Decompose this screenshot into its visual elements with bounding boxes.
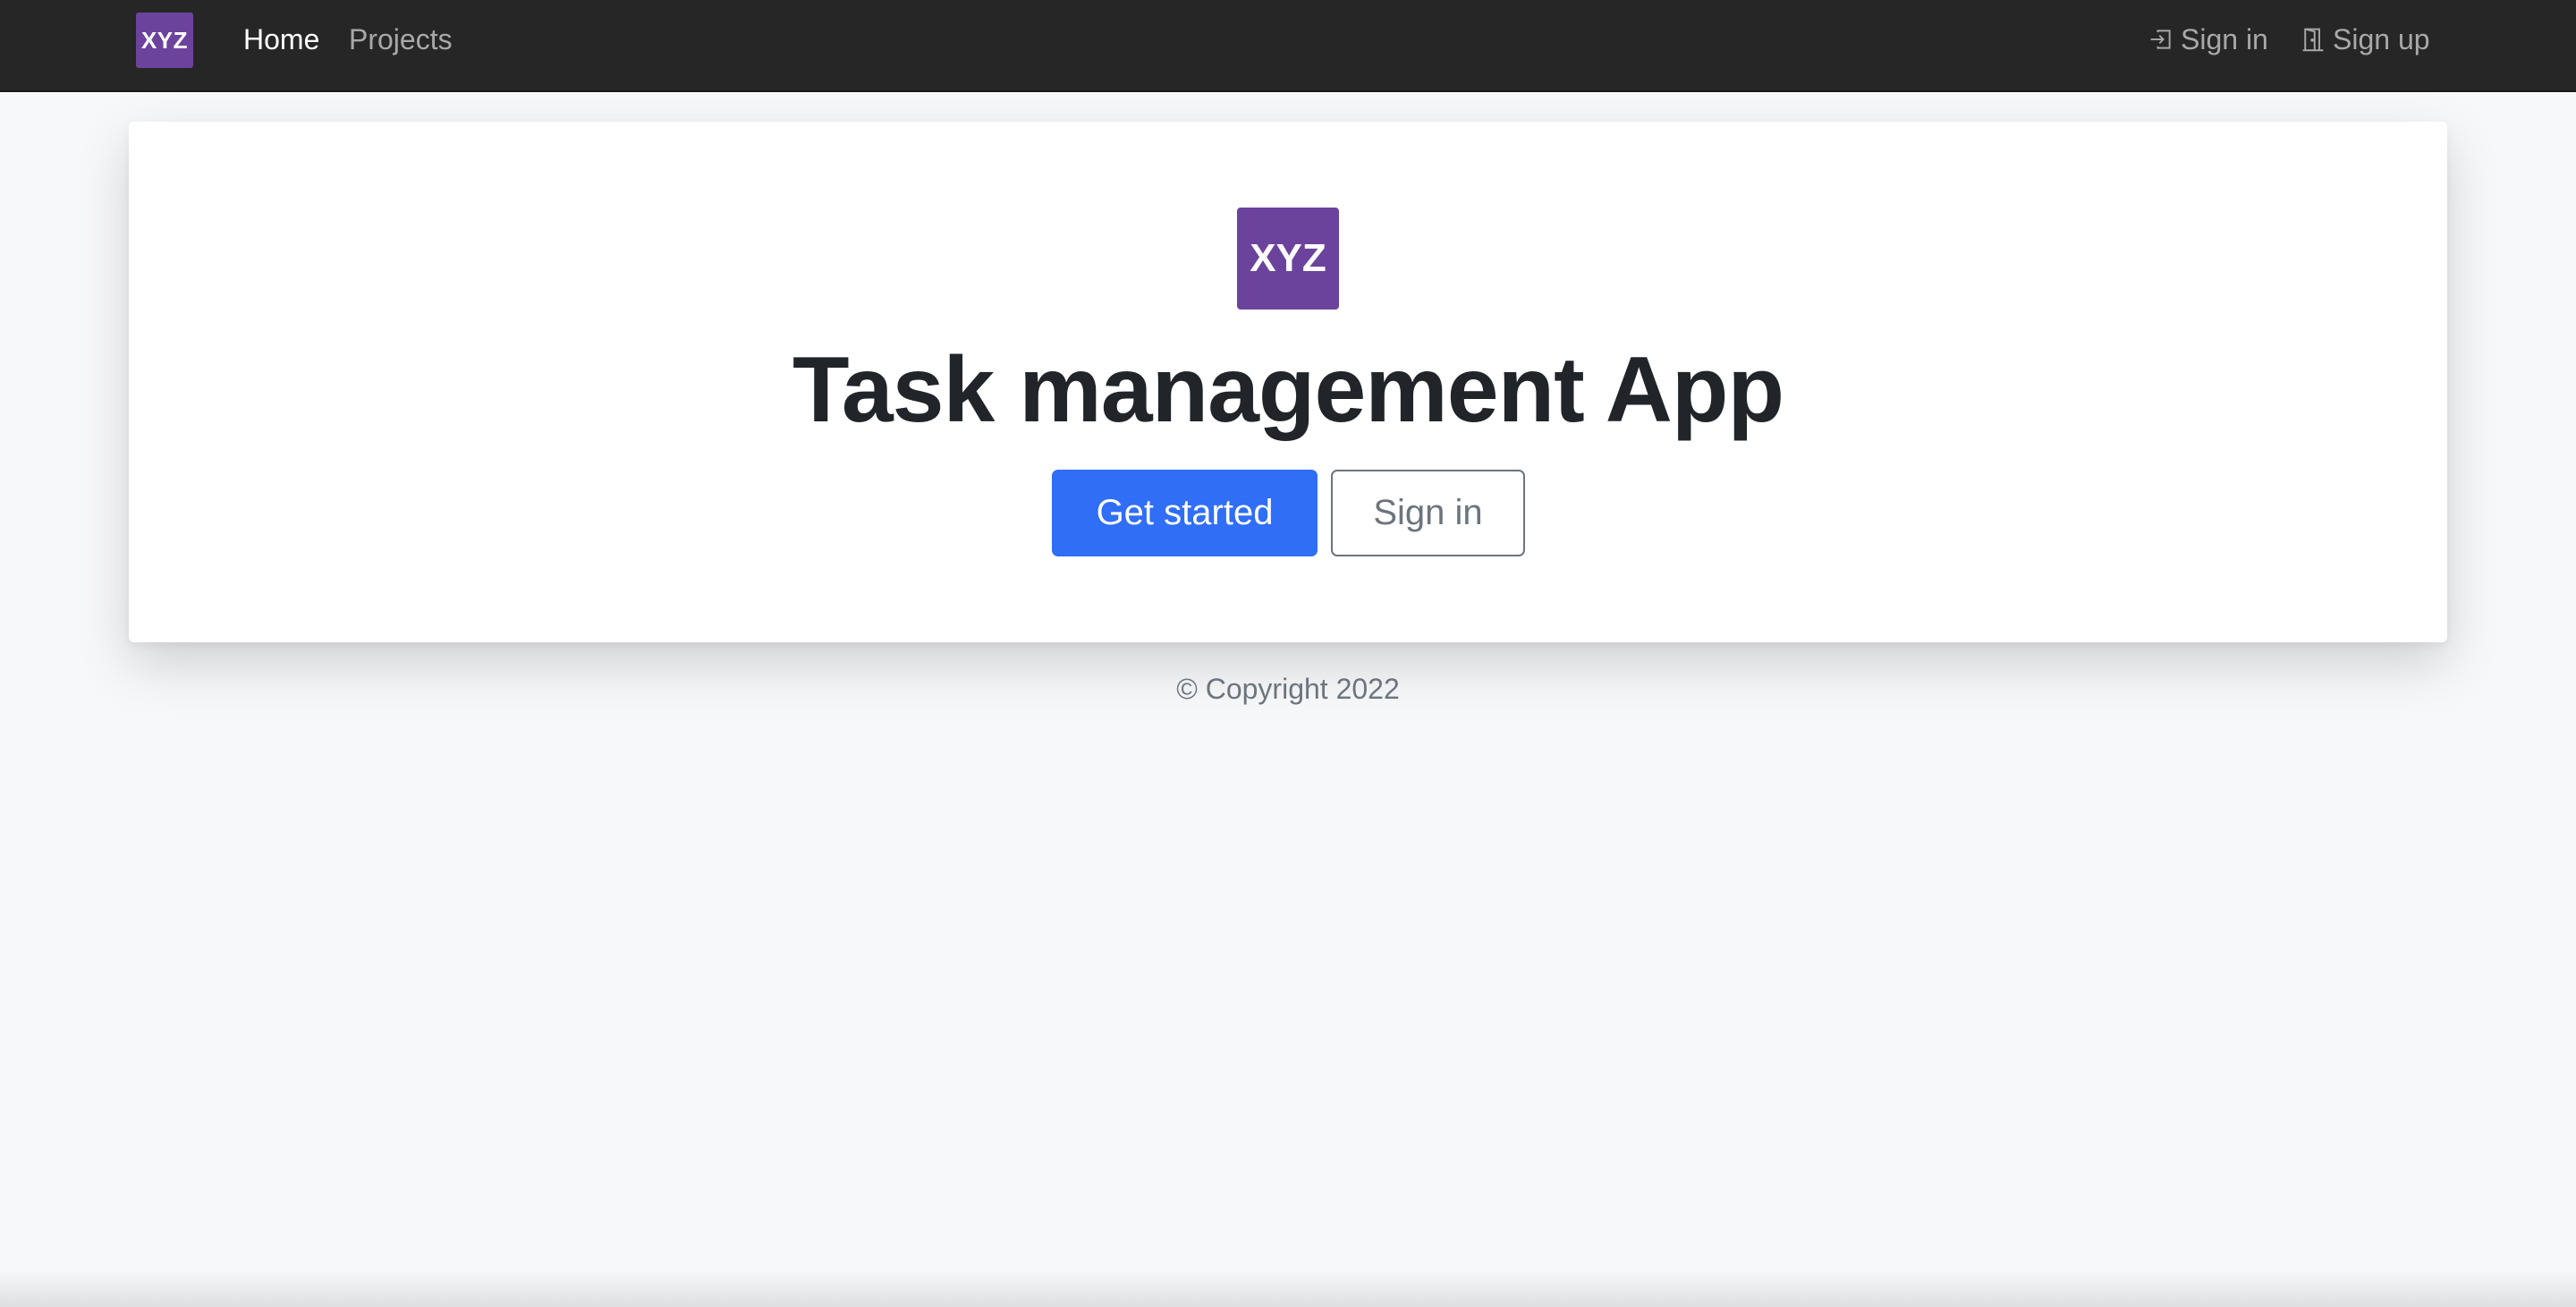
nav-link-home[interactable]: Home <box>243 21 319 57</box>
nav-link-projects[interactable]: Projects <box>349 21 453 57</box>
footer-copyright: © Copyright 2022 <box>1176 673 1400 705</box>
box-arrow-in-right-icon <box>2150 30 2171 49</box>
nav-signup-link[interactable]: Sign up <box>2301 21 2430 57</box>
nav-signin-label: Sign in <box>2181 22 2268 55</box>
sign-in-button[interactable]: Sign in <box>1331 470 1525 556</box>
hero-card: XYZ Task management App Get started Sign… <box>129 122 2447 642</box>
bottom-edge-shadow <box>0 1270 2576 1307</box>
nav-signup-label: Sign up <box>2333 22 2430 55</box>
top-navbar: XYZ Home Projects Sign in Sign up <box>0 0 2576 92</box>
nav-signin-link[interactable]: Sign in <box>2148 21 2268 57</box>
hero-logo: XYZ <box>1237 208 1339 310</box>
door-icon <box>2302 28 2324 52</box>
page-title: Task management App <box>792 338 1784 442</box>
get-started-button[interactable]: Get started <box>1052 470 1318 556</box>
brand-logo[interactable]: XYZ <box>136 13 193 68</box>
